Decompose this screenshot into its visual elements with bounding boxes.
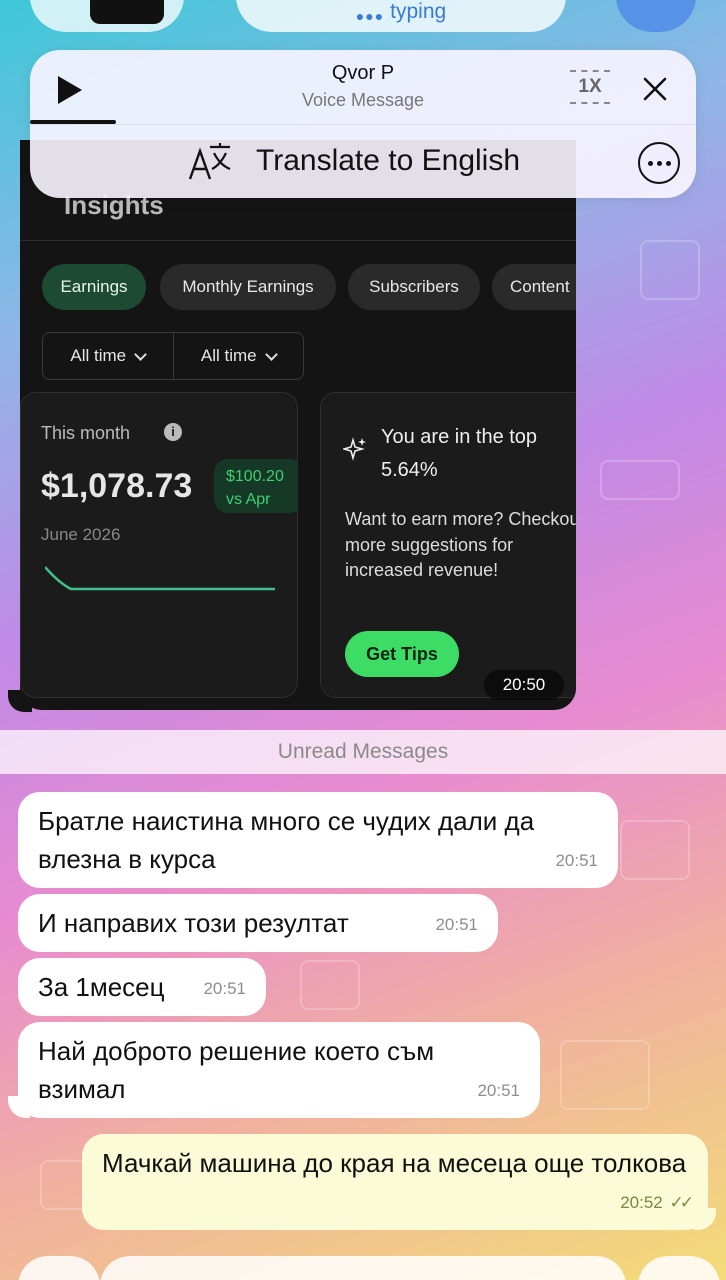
date-range-filters: All time All time	[42, 332, 304, 380]
tips-card: You are in the top 5.64% Want to earn mo…	[320, 392, 576, 698]
chat-title-pill[interactable]: ●●● typing	[236, 0, 566, 32]
message-time: 20:52	[620, 1193, 663, 1212]
read-checkmarks-icon: ✓✓	[669, 1193, 694, 1212]
message-time: 20:51	[435, 915, 478, 934]
message-text: Братле наистина много се чудих дали да в…	[38, 806, 535, 874]
month-amount: $1,078.73	[41, 467, 193, 505]
message-time: 20:51	[555, 851, 598, 870]
close-icon[interactable]	[638, 72, 672, 106]
delta-badge: $100.20 vs Apr	[214, 459, 297, 513]
image-message[interactable]: Insights Earnings Monthly Earnings Subsc…	[20, 140, 576, 710]
message-time-status: 20:52 ✓✓	[620, 1184, 694, 1222]
range-filter-2: All time	[172, 333, 304, 379]
playback-speed-button[interactable]: 1X	[570, 70, 610, 104]
this-month-card: This month i $1,078.73 $100.20 vs Apr Ju…	[20, 392, 298, 698]
divider	[20, 240, 576, 241]
message-input[interactable]	[100, 1256, 626, 1280]
message-bubble[interactable]: За 1месец 20:51	[18, 958, 266, 1016]
message-bubble[interactable]: И направих този резултат 20:51	[18, 894, 498, 952]
tab-subscribers: Subscribers	[348, 264, 480, 310]
chevron-down-icon	[134, 347, 147, 361]
back-button[interactable]	[30, 0, 184, 32]
tips-headline: You are in the top 5.64%	[381, 421, 576, 487]
translate-bar[interactable]: Translate to English	[30, 126, 696, 196]
voice-message-panel: Qvor P Voice Message 1X Translate to Eng…	[30, 50, 696, 198]
delta-compare: vs Apr	[226, 491, 271, 508]
message-time: 20:50	[484, 670, 564, 700]
tab-earnings: Earnings	[42, 264, 146, 310]
more-options-icon[interactable]	[638, 142, 680, 184]
range-filter-1: All time	[43, 333, 173, 379]
attach-button[interactable]	[18, 1256, 100, 1280]
month-label: This month	[41, 423, 131, 443]
message-bubble-outgoing[interactable]: Мачкай машина до края на месеца още толк…	[82, 1134, 708, 1230]
unread-count-badge	[90, 0, 164, 24]
typing-dots-icon: ●●●	[355, 8, 385, 24]
message-time: 20:51	[477, 1081, 520, 1100]
message-time: 20:51	[203, 979, 246, 998]
voice-record-button[interactable]	[638, 1256, 720, 1280]
info-icon: i	[164, 423, 182, 441]
translate-button[interactable]: Translate to English	[256, 144, 520, 178]
unread-messages-divider: Unread Messages	[0, 730, 726, 774]
message-bubble[interactable]: Братле наистина много се чудих дали да в…	[18, 792, 618, 888]
range-filter-label: All time	[200, 346, 257, 365]
get-tips-button: Get Tips	[345, 631, 459, 677]
message-text: И направих този резултат	[38, 908, 349, 938]
month-date: June 2026	[41, 525, 121, 544]
tips-headline-line1: You are in the top	[381, 426, 538, 448]
tab-content: Content	[492, 264, 576, 310]
message-bubble[interactable]: Най доброто решение което съм взимал 20:…	[18, 1022, 540, 1118]
earnings-sparkline	[45, 566, 275, 591]
message-text: Най доброто решение което съм взимал	[38, 1036, 435, 1104]
range-filter-label: All time	[70, 346, 127, 365]
tab-monthly-earnings: Monthly Earnings	[160, 264, 336, 310]
typing-status: typing	[390, 0, 447, 23]
message-text: Мачкай машина до края на месеца още толк…	[102, 1148, 687, 1178]
avatar[interactable]	[616, 0, 696, 32]
tips-body: Want to earn more? Checkout more suggest…	[345, 509, 576, 580]
divider	[30, 124, 696, 125]
chevron-down-icon	[264, 347, 278, 361]
translate-icon	[188, 143, 231, 180]
delta-value: $100.20	[226, 468, 284, 485]
sparkle-icon	[343, 437, 366, 461]
tips-headline-line2: 5.64%	[381, 459, 438, 481]
